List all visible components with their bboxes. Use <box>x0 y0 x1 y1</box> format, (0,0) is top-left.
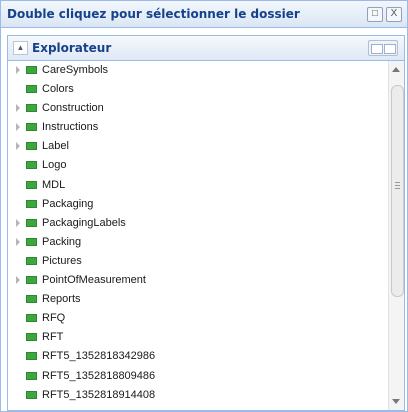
tree-item[interactable]: RFT5_1352818914408 <box>8 386 388 405</box>
window-title: Double cliquez pour sélectionner le doss… <box>7 7 300 21</box>
folder-node-icon <box>26 199 37 208</box>
tree-item-label: Reports <box>42 293 81 306</box>
tree-item-label: Logo <box>42 159 67 172</box>
folder-picker-window: Double cliquez pour sélectionner le doss… <box>0 0 408 412</box>
vertical-scrollbar[interactable] <box>388 61 404 410</box>
folder-node-icon <box>26 180 37 189</box>
folder-node-icon <box>26 142 37 151</box>
expand-arrow-icon[interactable] <box>16 66 20 74</box>
tree-item[interactable]: MDL <box>8 176 388 195</box>
tree-item[interactable]: PointOfMeasurement <box>8 271 388 290</box>
tree-item-label: Packaging <box>42 197 94 210</box>
tree-item-label: Instructions <box>42 121 99 134</box>
folder-node-icon <box>26 352 37 361</box>
folder-node-icon <box>26 314 37 323</box>
explorer-title: Explorateur <box>32 41 112 55</box>
folder-node-icon <box>26 161 37 170</box>
expand-arrow-icon[interactable] <box>16 237 20 246</box>
tree-item-label: Construction <box>42 102 104 115</box>
tree-item[interactable]: Pictures <box>8 252 388 271</box>
folder-node-icon <box>26 256 37 265</box>
tree-item[interactable]: Packing <box>8 233 388 252</box>
folder-node-icon <box>26 66 37 74</box>
expand-arrow-icon[interactable] <box>16 218 20 227</box>
expand-arrow-icon[interactable] <box>16 123 20 132</box>
tree-item-label: Label <box>42 140 69 153</box>
folder-node-icon <box>26 276 37 285</box>
close-button[interactable]: X <box>386 7 402 22</box>
grip-icon <box>395 182 400 183</box>
tree-item-label: Packing <box>42 235 82 248</box>
explorer-header: ▲ Explorateur <box>8 36 404 61</box>
expand-collapse-all-buttons[interactable] <box>368 40 398 56</box>
explorer-panel: ▲ Explorateur CareSymbols Colors Construct… <box>7 35 405 411</box>
tree-item-label: PointOfMeasurement <box>42 274 146 287</box>
tree-item-label: RFT <box>42 331 64 344</box>
expand-all-icon[interactable] <box>371 44 383 54</box>
expand-arrow-icon[interactable] <box>16 142 20 151</box>
tree-item[interactable]: Instructions <box>8 118 388 137</box>
tree-item-label: Colors <box>42 83 74 96</box>
folder-node-icon <box>26 123 37 132</box>
scroll-down-icon[interactable] <box>392 399 400 404</box>
tree-item[interactable]: Construction <box>8 99 388 118</box>
tree-item-label: RFT5_1352818914408 <box>42 388 156 401</box>
expand-arrow-icon[interactable] <box>16 276 20 285</box>
tree-item-label: MDL <box>42 178 66 191</box>
folder-node-icon <box>26 237 37 246</box>
tree-item[interactable]: PackagingLabels <box>8 214 388 233</box>
tree-item-label: Pictures <box>42 254 82 267</box>
tree-item-label: RFT5_1352818809486 <box>42 369 156 382</box>
expand-arrow-icon[interactable] <box>16 104 20 113</box>
folder-node-icon <box>26 390 37 399</box>
tree-item[interactable]: Packaging <box>8 195 388 214</box>
tree-item[interactable]: Reports <box>8 290 388 309</box>
folder-node-icon <box>26 295 37 304</box>
folder-node-icon <box>26 333 37 342</box>
folder-node-icon <box>26 85 37 94</box>
tree-item[interactable]: RFQ <box>8 309 388 328</box>
folder-node-icon <box>26 371 37 380</box>
restore-button[interactable]: □ <box>367 7 383 22</box>
collapse-all-icon[interactable] <box>384 44 396 54</box>
folder-tree: CareSymbols Colors Construction Instruction… <box>8 61 388 410</box>
tree-item-label: RFT5_1352818342986 <box>42 350 156 363</box>
scroll-thumb[interactable] <box>391 85 404 297</box>
folder-node-icon <box>26 218 37 227</box>
tree-item[interactable]: Colors <box>8 80 388 99</box>
tree-item-label: RFQ <box>42 312 66 325</box>
tree-item[interactable]: Label <box>8 137 388 156</box>
tree-item-label: PackagingLabels <box>42 216 126 229</box>
tree-item[interactable]: RFT <box>8 328 388 347</box>
collapse-icon[interactable]: ▲ <box>13 41 28 55</box>
tree-item[interactable]: RFT5_1352818809486 <box>8 367 388 386</box>
tree-item[interactable]: RFT5_1352818342986 <box>8 347 388 366</box>
tree-item[interactable]: CareSymbols <box>8 61 388 80</box>
tree-item[interactable]: Logo <box>8 156 388 175</box>
tree-item-label: CareSymbols <box>42 64 109 76</box>
window-titlebar: Double cliquez pour sélectionner le doss… <box>1 1 407 28</box>
folder-node-icon <box>26 104 37 113</box>
scroll-up-icon[interactable] <box>392 67 400 72</box>
